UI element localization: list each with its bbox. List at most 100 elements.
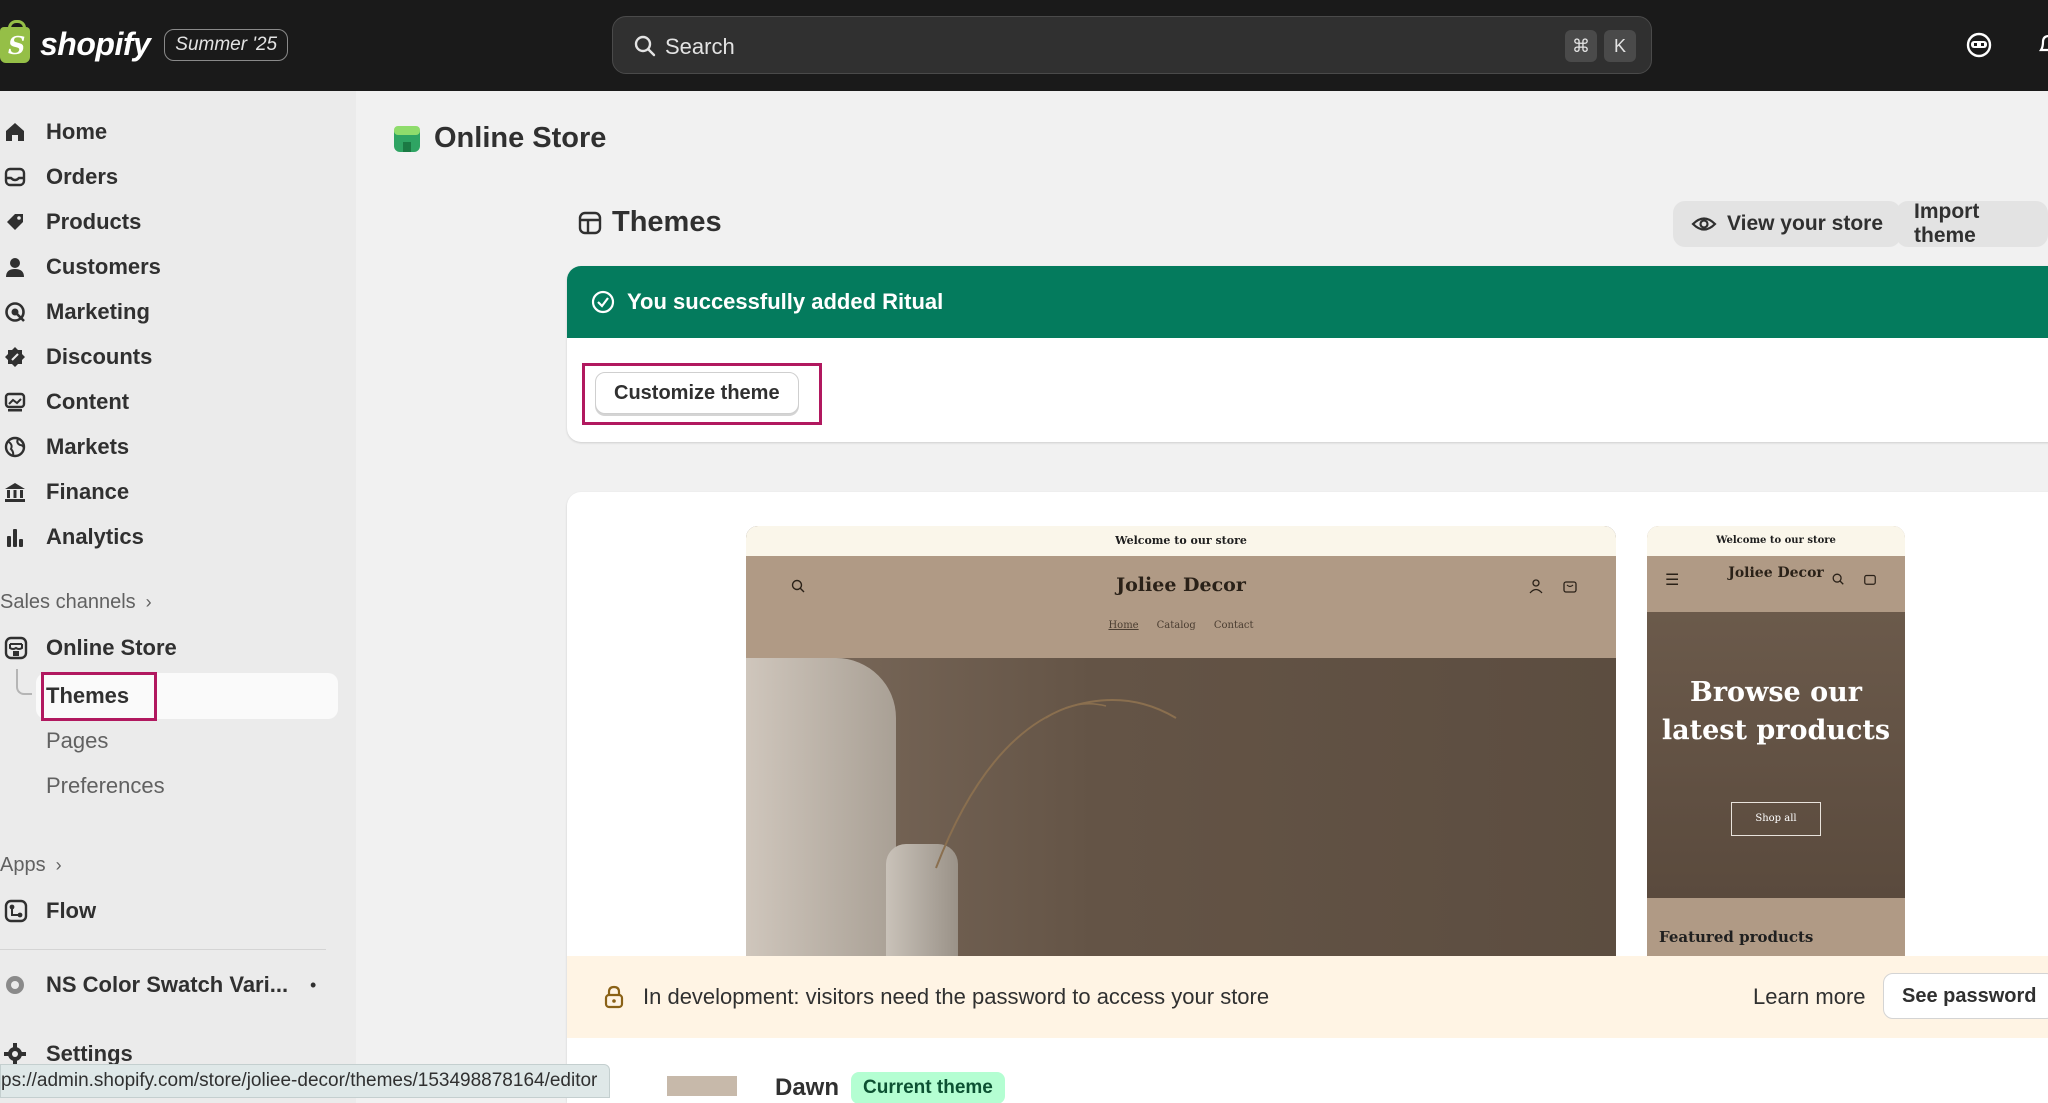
mobile-announcement-strip: Welcome to our store	[1647, 526, 1905, 556]
preview-cart-icon	[1563, 581, 1577, 593]
current-theme-badge: Current theme	[851, 1072, 1005, 1103]
tree-connector	[16, 669, 32, 695]
unpinned-dot-icon: •	[310, 975, 317, 995]
search-placeholder: Search	[665, 34, 735, 59]
success-banner: You successfully added Ritual	[567, 266, 2048, 338]
mobile-cart-icon	[1864, 574, 1876, 585]
chevron-right-icon: ›	[55, 855, 62, 875]
sidebar-item-label: Markets	[46, 434, 130, 459]
sidebar-divider	[0, 949, 326, 950]
app-icon	[0, 971, 34, 999]
search-icon	[634, 35, 656, 57]
sidebar-item-customers[interactable]: Customers	[0, 246, 340, 288]
analytics-icon	[0, 523, 34, 551]
mobile-search-icon	[1832, 573, 1844, 585]
sales-channels-section[interactable]: Sales channels ›	[0, 591, 152, 614]
check-circle-icon	[591, 290, 615, 314]
online-store-icon	[0, 634, 34, 662]
top-bar: S shopify Summer '25 Search ⌘ K	[0, 0, 2048, 91]
chevron-right-icon: ›	[145, 592, 152, 612]
import-theme-button[interactable]: Import theme	[1896, 200, 2048, 247]
announcement-strip: Welcome to our store	[746, 526, 1616, 556]
mobile-hero: Browse our latest products Shop all	[1647, 612, 1905, 898]
mobile-preview: Welcome to our store ☰ Joliee Decor Brow…	[1647, 526, 1905, 956]
sidebar-item-marketing[interactable]: Marketing	[0, 291, 340, 333]
sidebar-item-finance[interactable]: Finance	[0, 471, 340, 513]
preview-nav: Home Catalog Contact	[746, 620, 1616, 631]
mobile-shop-all-button: Shop all	[1731, 802, 1821, 836]
page-title: Online Store	[434, 122, 607, 154]
sidebar-item-label: Orders	[46, 164, 119, 189]
shopify-logo[interactable]: S shopify Summer '25	[0, 19, 289, 63]
themes-highlight-box	[41, 672, 157, 721]
mobile-hero-heading: Browse our latest products	[1661, 677, 1891, 746]
sidebar-subitem-preferences[interactable]: Preferences	[46, 765, 165, 807]
sidebar-item-label: Finance	[46, 479, 130, 504]
sidebar-item-discounts[interactable]: Discounts	[0, 336, 340, 378]
sidebar-item-markets[interactable]: Markets	[0, 426, 340, 468]
sidebar-item-label: Discounts	[46, 344, 153, 369]
orders-icon	[0, 163, 34, 191]
desktop-preview: Welcome to our store Joliee Decor Home Ca…	[746, 526, 1616, 956]
lock-icon	[604, 985, 624, 1009]
finance-icon	[0, 478, 34, 506]
preview-hero-image	[746, 658, 1616, 956]
page-header: Online Store	[392, 122, 606, 155]
sidebar-item-label: Customers	[46, 254, 161, 279]
sidebar-item-content[interactable]: Content	[0, 381, 340, 423]
sidebar-item-label: NS Color Swatch Vari...	[46, 972, 289, 997]
mobile-featured-heading: Featured products	[1659, 928, 1814, 946]
edition-badge: Summer '25	[164, 28, 289, 61]
preview-brand: Joliee Decor	[1116, 574, 1246, 596]
section-title: Themes	[612, 206, 722, 238]
sidebar-item-ns-color-swatch[interactable]: NS Color Swatch Vari... •	[0, 964, 340, 1006]
theme-thumbnail	[667, 1076, 737, 1096]
sidebar-subitem-pages[interactable]: Pages	[46, 720, 108, 762]
sidekick-icon[interactable]	[1964, 30, 1994, 60]
content-icon	[0, 388, 34, 416]
view-store-button[interactable]: View your store	[1673, 201, 1902, 247]
view-store-label: View your store	[1727, 212, 1884, 235]
marketing-icon	[0, 298, 34, 326]
online-store-color-icon	[394, 125, 420, 152]
sidebar: Home Orders Products Customers Marketing…	[0, 91, 356, 1103]
sidebar-item-home[interactable]: Home	[0, 111, 340, 153]
learn-more-link[interactable]: Learn more	[1753, 984, 1866, 1010]
hero-vase-shape	[746, 658, 896, 956]
preview-account-icon	[1529, 579, 1543, 594]
shortcut-k-key: K	[1604, 30, 1636, 62]
shopify-bag-icon: S	[0, 19, 30, 63]
mobile-preview-header: ☰ Joliee Decor	[1647, 556, 1905, 612]
sidebar-item-online-store[interactable]: Online Store	[0, 627, 340, 669]
sidebar-item-label: Flow	[46, 898, 97, 923]
sidebar-item-label: Home	[46, 119, 108, 144]
import-theme-label: Import theme	[1914, 200, 1980, 247]
apps-label: Apps	[0, 854, 46, 876]
bell-icon[interactable]	[2034, 30, 2048, 60]
customers-icon	[0, 253, 34, 281]
theme-name: Dawn	[775, 1074, 840, 1101]
themes-header: Themes	[578, 206, 722, 239]
products-icon	[0, 208, 34, 236]
flow-icon	[0, 897, 34, 925]
themes-icon	[578, 211, 602, 234]
sidebar-item-flow[interactable]: Flow	[0, 890, 340, 932]
sidebar-item-analytics[interactable]: Analytics	[0, 516, 340, 558]
banner-text: You successfully added Ritual	[627, 289, 944, 314]
preview-nav-catalog: Catalog	[1156, 620, 1196, 631]
sidebar-item-orders[interactable]: Orders	[0, 156, 340, 198]
preview-header: Joliee Decor Home Catalog Contact	[746, 556, 1616, 658]
development-text: In development: visitors need the passwo…	[643, 984, 1270, 1009]
customize-highlight-box	[582, 363, 822, 425]
apps-section[interactable]: Apps ›	[0, 854, 62, 877]
preview-nav-contact: Contact	[1213, 620, 1254, 631]
eye-icon	[1691, 217, 1717, 231]
sidebar-item-products[interactable]: Products	[0, 201, 340, 243]
sidebar-item-label: Content	[46, 389, 130, 414]
preview-nav-home: Home	[1108, 620, 1139, 631]
search-bar[interactable]: Search ⌘ K	[612, 16, 1652, 74]
sidebar-item-label: Online Store	[46, 635, 177, 660]
sidebar-item-label: Analytics	[46, 524, 144, 549]
logo-text: shopify	[40, 26, 151, 62]
see-password-button[interactable]: See password	[1883, 973, 2048, 1019]
